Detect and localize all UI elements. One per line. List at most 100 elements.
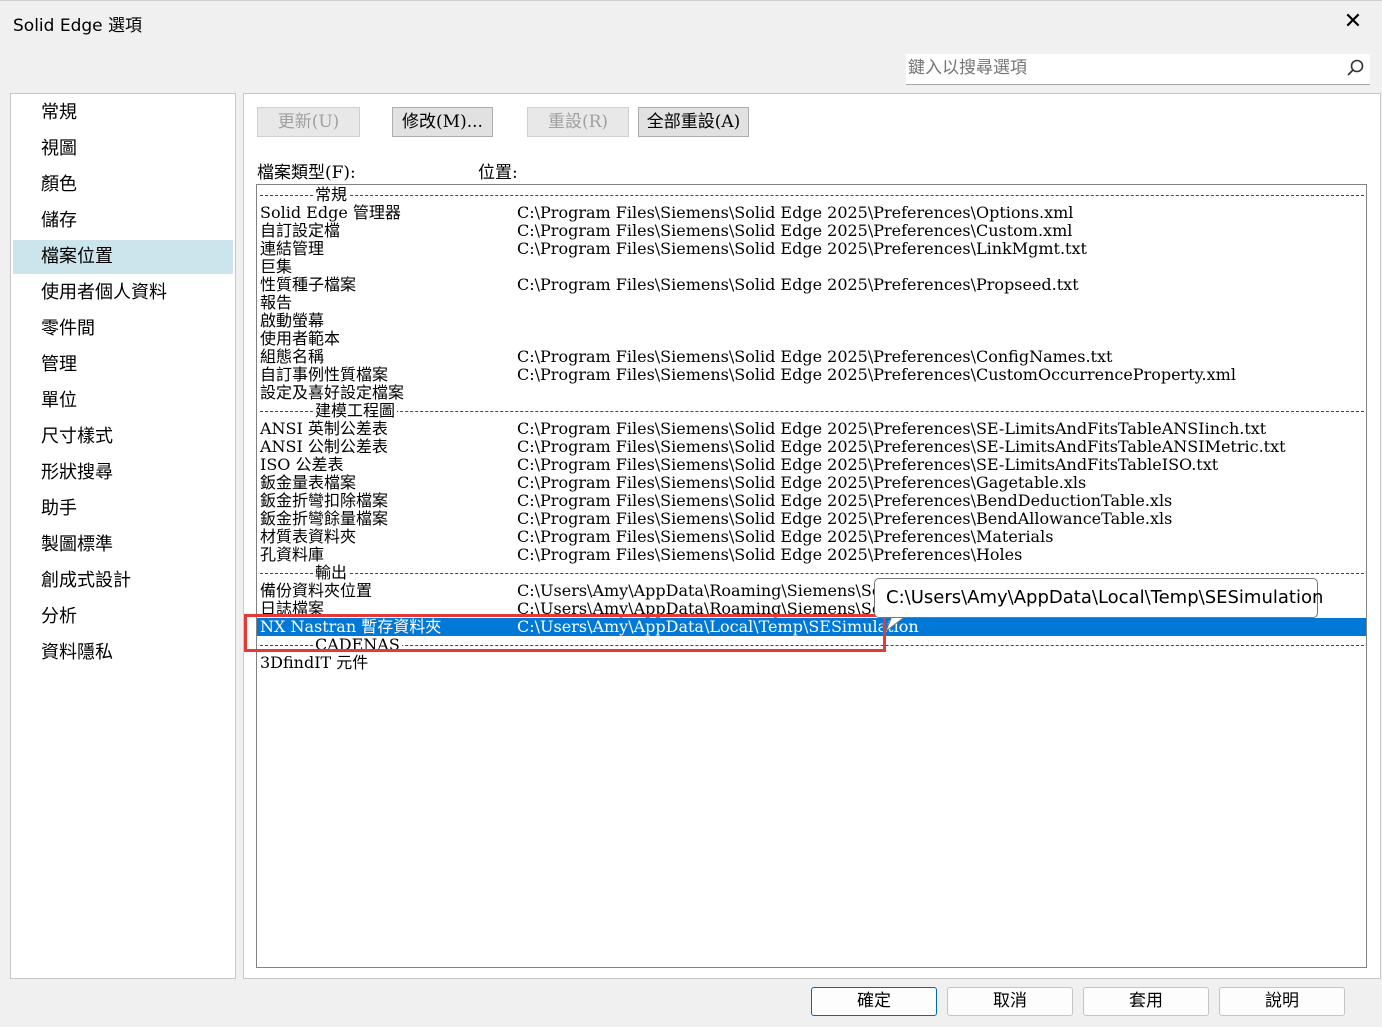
list-item[interactable]: 孔資料庫 C:\Program Files\Siemens\Solid Edge … — [257, 546, 1366, 564]
list-item[interactable]: 組態名稱 C:\Program Files\Siemens\Solid Edge … — [257, 348, 1366, 366]
file-location-path: C:\Program Files\Siemens\Solid Edge 2025… — [517, 347, 1113, 366]
list-item[interactable]: 使用者範本 — [257, 330, 1366, 348]
sidebar-item[interactable]: 單位 — [13, 384, 233, 418]
reset-button[interactable]: 重設(R) — [527, 107, 629, 137]
file-type-name: ISO 公差表 — [260, 455, 344, 474]
list-group-header: 建模工程圖 — [257, 402, 1366, 420]
file-location-path: C:\Program Files\Siemens\Solid Edge 2025… — [517, 203, 1074, 222]
sidebar-item[interactable]: 製圖標準 — [13, 528, 233, 562]
list-item[interactable]: 自訂事例性質檔案 C:\Program Files\Siemens\Solid E… — [257, 366, 1366, 384]
file-type-name: ANSI 英制公差表 — [260, 419, 388, 438]
sidebar-item[interactable]: 資料隱私 — [13, 636, 233, 670]
file-type-name: 設定及喜好設定檔案 — [260, 383, 405, 402]
search-box[interactable] — [906, 54, 1370, 85]
reset-all-button[interactable]: 全部重設(A) — [638, 107, 749, 137]
sidebar-item[interactable]: 使用者個人資料 — [13, 276, 233, 310]
close-icon[interactable]: ✕ — [1338, 7, 1368, 37]
file-location-path: C:\Program Files\Siemens\Solid Edge 2025… — [517, 437, 1286, 456]
group-header-label: 建模工程圖 — [313, 401, 398, 420]
annotation-highlight-box — [244, 614, 886, 652]
sidebar-item[interactable]: 顏色 — [13, 168, 233, 202]
location-label: 位置: — [478, 163, 518, 183]
file-type-name: 自訂設定檔 — [260, 221, 341, 240]
help-button[interactable]: 說明 — [1219, 987, 1345, 1016]
sidebar-item[interactable]: 形狀搜尋 — [13, 456, 233, 490]
apply-button[interactable]: 套用 — [1083, 987, 1209, 1016]
search-input[interactable] — [908, 54, 1338, 82]
file-location-path: C:\Program Files\Siemens\Solid Edge 2025… — [517, 221, 1073, 240]
list-item[interactable]: ANSI 公制公差表 C:\Program Files\Siemens\Solid… — [257, 438, 1366, 456]
window-title: Solid Edge 選項 — [13, 16, 143, 36]
file-location-path: C:\Program Files\Siemens\Solid Edge 2025… — [517, 419, 1267, 438]
sidebar-item[interactable]: 管理 — [13, 348, 233, 382]
list-item[interactable]: 鈑金量表檔案 C:\Program Files\Siemens\Solid Edg… — [257, 474, 1366, 492]
sidebar-item[interactable]: 零件間 — [13, 312, 233, 346]
sidebar-item[interactable]: 視圖 — [13, 132, 233, 166]
list-item[interactable]: 設定及喜好設定檔案 — [257, 384, 1366, 402]
list-item[interactable]: 鈑金折彎餘量檔案 C:\Program Files\Siemens\Solid E… — [257, 510, 1366, 528]
file-type-name: 孔資料庫 — [260, 545, 325, 564]
file-type-name: 巨集 — [260, 257, 293, 276]
cancel-button[interactable]: 取消 — [947, 987, 1073, 1016]
list-item[interactable]: 鈑金折彎扣除檔案 C:\Program Files\Siemens\Solid E… — [257, 492, 1366, 510]
file-locations-list[interactable]: 常規 Solid Edge 管理器 C:\Program Files\Siemens… — [256, 184, 1367, 968]
modify-button[interactable]: 修改(M)... — [392, 107, 493, 137]
path-tooltip: C:\Users\Amy\AppData\Local\Temp\SESimula… — [874, 578, 1323, 618]
search-icon[interactable] — [1346, 58, 1366, 78]
file-type-name: 備份資料夾位置 — [260, 581, 373, 600]
list-group-header: 常規 — [257, 186, 1366, 204]
file-type-name: 鈑金折彎餘量檔案 — [260, 509, 389, 528]
file-type-name: 鈑金量表檔案 — [260, 473, 357, 492]
file-type-name: 性質種子檔案 — [260, 275, 357, 294]
file-type-label: 檔案類型(F): — [257, 163, 356, 183]
file-location-path: C:\Program Files\Siemens\Solid Edge 2025… — [517, 491, 1173, 510]
file-location-path: C:\Program Files\Siemens\Solid Edge 2025… — [517, 239, 1087, 258]
sidebar-item[interactable]: 助手 — [13, 492, 233, 526]
sidebar-item[interactable]: 儲存 — [13, 204, 233, 238]
group-header-label: 輸出 — [313, 563, 350, 582]
file-type-name: 材質表資料夾 — [260, 527, 357, 546]
file-type-name: 報告 — [260, 293, 293, 312]
file-type-name: 組態名稱 — [260, 347, 325, 366]
group-header-label: 常規 — [313, 185, 350, 204]
list-item[interactable]: 材質表資料夾 C:\Program Files\Siemens\Solid Edg… — [257, 528, 1366, 546]
file-location-path: C:\Program Files\Siemens\Solid Edge 2025… — [517, 455, 1219, 474]
list-item[interactable]: 連結管理 C:\Program Files\Siemens\Solid Edge … — [257, 240, 1366, 258]
file-type-name: 自訂事例性質檔案 — [260, 365, 389, 384]
update-button[interactable]: 更新(U) — [257, 107, 360, 137]
file-type-name: 連結管理 — [260, 239, 325, 258]
list-item[interactable]: 報告 — [257, 294, 1366, 312]
file-location-path: C:\Program Files\Siemens\Solid Edge 2025… — [517, 473, 1087, 492]
file-type-name: 使用者範本 — [260, 329, 341, 348]
file-location-path: C:\Program Files\Siemens\Solid Edge 2025… — [517, 527, 1054, 546]
file-type-name: ANSI 公制公差表 — [260, 437, 388, 456]
list-item[interactable]: ISO 公差表 C:\Program Files\Siemens\Solid Ed… — [257, 456, 1366, 474]
list-item[interactable]: 3DfindIT 元件 — [257, 654, 1366, 672]
group-divider — [260, 411, 1364, 412]
file-type-name: Solid Edge 管理器 — [260, 203, 401, 222]
file-type-name: 鈑金折彎扣除檔案 — [260, 491, 389, 510]
file-type-name: 3DfindIT 元件 — [260, 653, 369, 672]
group-divider — [260, 195, 1364, 196]
sidebar-item[interactable]: 分析 — [13, 600, 233, 634]
list-item[interactable]: 巨集 — [257, 258, 1366, 276]
sidebar-item[interactable]: 尺寸樣式 — [13, 420, 233, 454]
list-item[interactable]: 性質種子檔案 C:\Program Files\Siemens\Solid Edg… — [257, 276, 1366, 294]
list-item[interactable]: Solid Edge 管理器 C:\Program Files\Siemens\S… — [257, 204, 1366, 222]
sidebar-item[interactable]: 創成式設計 — [13, 564, 233, 598]
file-location-path: C:\Program Files\Siemens\Solid Edge 2025… — [517, 275, 1079, 294]
ok-button[interactable]: 確定 — [811, 987, 937, 1016]
list-item[interactable]: 自訂設定檔 C:\Program Files\Siemens\Solid Edge… — [257, 222, 1366, 240]
file-location-path: C:\Users\Amy\AppData\Roaming\Siemens\Sol… — [517, 581, 929, 600]
file-location-path: C:\Program Files\Siemens\Solid Edge 2025… — [517, 509, 1173, 528]
options-sidebar: 常規 視圖 顏色 儲存 檔案位置 使用者個人資料 零件間 管理 單位 尺寸樣式 形狀搜尋 助手 製圖標準… — [10, 93, 236, 979]
sidebar-item[interactable]: 常規 — [13, 96, 233, 130]
file-type-name: 啟動螢幕 — [260, 311, 325, 330]
file-location-path: C:\Program Files\Siemens\Solid Edge 2025… — [517, 545, 1023, 564]
sidebar-item[interactable]: 檔案位置 — [13, 240, 233, 274]
list-item[interactable]: 啟動螢幕 — [257, 312, 1366, 330]
list-item[interactable]: ANSI 英制公差表 C:\Program Files\Siemens\Solid… — [257, 420, 1366, 438]
tooltip-pointer — [886, 616, 907, 632]
group-divider — [260, 573, 1364, 574]
title-bar: Solid Edge 選項 ✕ — [0, 0, 1382, 45]
